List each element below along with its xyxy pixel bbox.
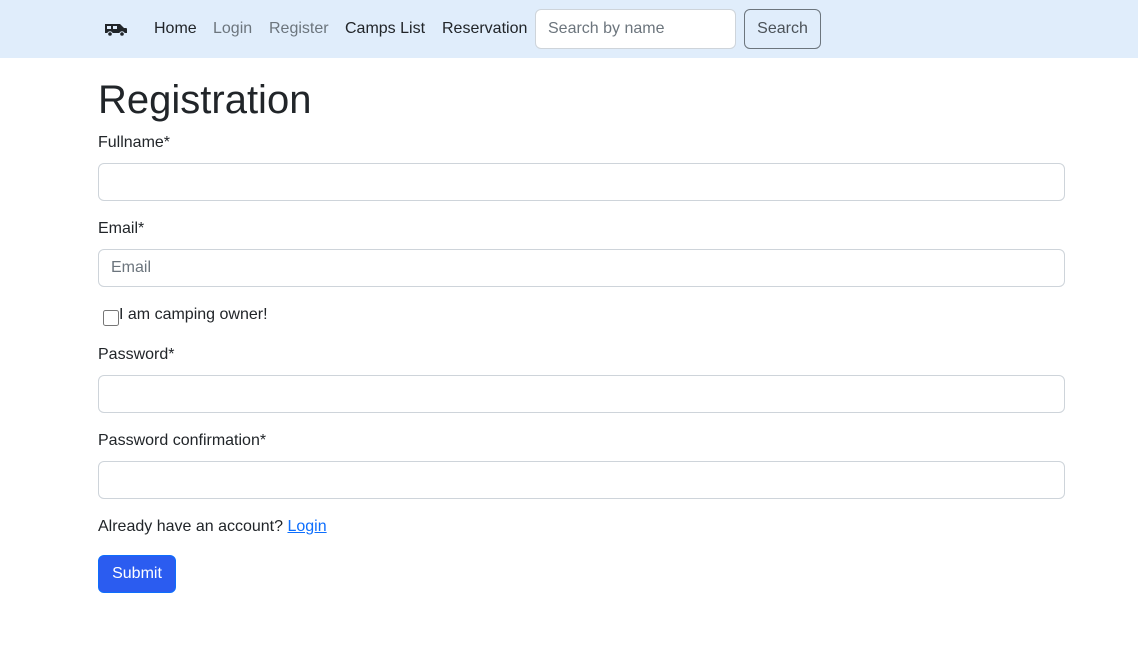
- brand-logo[interactable]: [104, 18, 128, 40]
- camping-owner-checkbox[interactable]: [103, 310, 119, 326]
- nav-reservation-link[interactable]: Reservation: [442, 19, 527, 39]
- login-prompt-text: Already have an account?: [98, 518, 284, 535]
- camping-owner-label[interactable]: I am camping owner!: [119, 305, 268, 325]
- nav-login-link[interactable]: Login: [213, 19, 252, 39]
- page-title: Registration: [98, 78, 312, 122]
- email-field[interactable]: [98, 249, 1065, 287]
- nav-camps-list-link[interactable]: Camps List: [345, 19, 425, 39]
- login-link[interactable]: Login: [287, 518, 326, 535]
- search-input[interactable]: [535, 9, 736, 49]
- password-label: Password*: [98, 346, 175, 363]
- camper-van-icon: [105, 24, 127, 37]
- password-field[interactable]: [98, 375, 1065, 413]
- password-confirmation-label: Password confirmation*: [98, 432, 267, 449]
- nav-register-link[interactable]: Register: [269, 19, 329, 39]
- navbar: Home Login Register Camps List Reservati…: [0, 0, 1138, 58]
- fullname-label: Fullname*: [98, 134, 171, 151]
- fullname-field[interactable]: [98, 163, 1065, 201]
- search-button[interactable]: Search: [744, 9, 821, 49]
- submit-button[interactable]: Submit: [98, 555, 176, 593]
- email-label: Email*: [98, 220, 145, 237]
- login-prompt: Already have an account? Login: [98, 517, 327, 537]
- nav-home-link[interactable]: Home: [154, 19, 197, 39]
- password-confirmation-field[interactable]: [98, 461, 1065, 499]
